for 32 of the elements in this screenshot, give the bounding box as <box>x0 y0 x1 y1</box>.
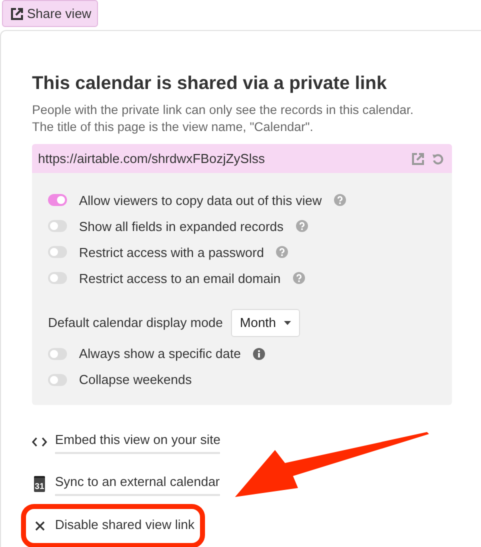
refresh-icon[interactable] <box>432 152 444 165</box>
option-label: Show all fields in expanded records <box>79 218 284 236</box>
calendar-action-link[interactable]: 31 Sync to an external calendar <box>32 472 220 496</box>
option-label: Default calendar display mode <box>48 314 223 332</box>
calendar-icon: 31 <box>34 476 46 492</box>
toggle-switch[interactable] <box>48 194 67 206</box>
share-view-button[interactable]: Share view <box>2 0 98 26</box>
toggle-switch[interactable] <box>48 374 67 386</box>
toggle-switch[interactable] <box>48 348 67 360</box>
dialog-title: This calendar is shared via a private link <box>32 70 388 95</box>
toggle-switch[interactable] <box>48 272 67 284</box>
external-link-icon <box>11 8 23 20</box>
option-label: Restrict access to an email domain <box>79 270 281 288</box>
help-icon[interactable] <box>334 194 346 206</box>
help-icon[interactable] <box>276 246 288 258</box>
code-icon <box>32 436 47 447</box>
toggle-switch[interactable] <box>48 220 67 232</box>
description-text: People with the private link can only see the records in this calendar. The title of this page is the view name, "Calendar". <box>32 102 415 136</box>
display-mode-dropdown[interactable]: Month <box>230 309 300 337</box>
option-label: Always show a specific date <box>79 345 241 363</box>
external-link-icon[interactable] <box>412 152 424 165</box>
info-icon[interactable] <box>252 348 265 360</box>
caret-icon <box>284 321 292 325</box>
embed-action-link[interactable]: Embed this view on your site <box>32 430 220 454</box>
option-label: Restrict access with a password <box>79 244 264 262</box>
close-icon <box>34 520 44 531</box>
help-icon[interactable] <box>292 272 305 284</box>
help-icon[interactable] <box>296 220 308 232</box>
close-action-link[interactable]: Disable shared view link <box>32 515 194 536</box>
toggle-switch[interactable] <box>48 246 67 258</box>
option-label: Collapse weekends <box>79 371 192 389</box>
option-label: Allow viewers to copy data out of this view <box>79 192 322 210</box>
